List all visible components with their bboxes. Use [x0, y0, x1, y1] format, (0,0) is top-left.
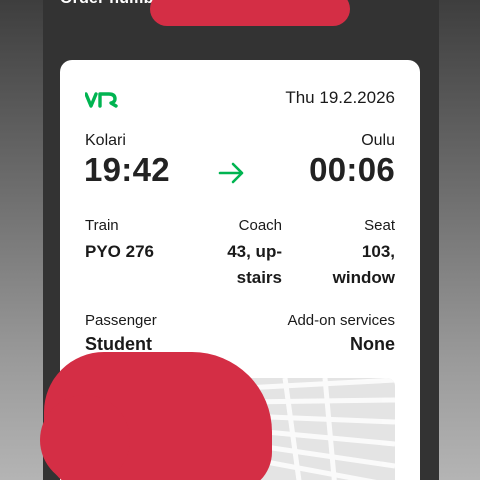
arrow-right-icon — [218, 162, 244, 184]
departure-city: Kolari — [85, 132, 126, 149]
redaction-mark — [40, 395, 130, 480]
coach-value-line2: stairs — [236, 268, 282, 287]
coach-value-line1: 43, up- — [227, 242, 282, 261]
vr-logo — [85, 92, 118, 108]
seat-label: Seat — [364, 217, 395, 234]
train-label: Train — [85, 217, 119, 234]
arrival-city: Oulu — [361, 132, 395, 149]
addons-label: Add-on services — [287, 312, 395, 329]
redaction-mark — [150, 0, 350, 26]
departure-time: 19:42 — [84, 151, 170, 188]
seat-value-line2: window — [332, 268, 395, 287]
coach-label: Coach — [238, 217, 282, 234]
travel-date: Thu 19.2.2026 — [285, 88, 395, 107]
seat-value: 103, window — [315, 239, 395, 291]
arrival-time: 00:06 — [309, 151, 395, 188]
seat-value-line1: 103, — [361, 242, 395, 261]
order-number-label: Order numb — [60, 0, 154, 8]
addons-value: None — [350, 334, 395, 354]
passenger-label: Passenger — [85, 312, 157, 329]
coach-value: 43, up- stairs — [202, 239, 282, 291]
train-value: PYO 276 — [85, 242, 154, 261]
